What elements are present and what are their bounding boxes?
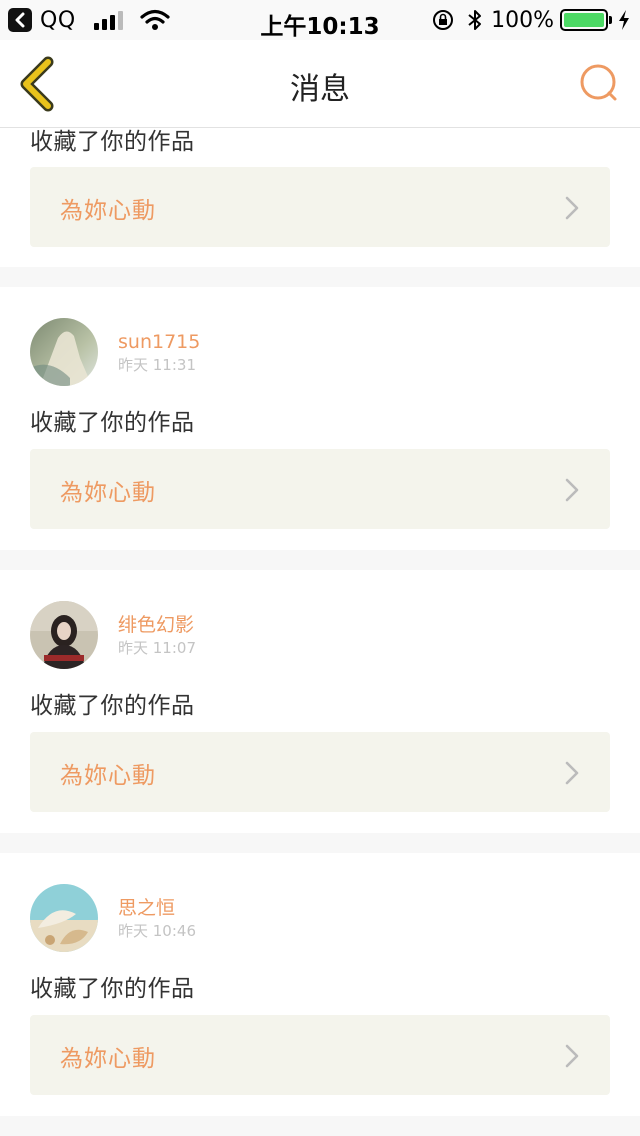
search-icon <box>580 64 617 101</box>
message-list: 收藏了你的作品 為妳心動 sun1715 昨天 11:31 收藏了你的作品 為妳… <box>0 128 640 1116</box>
nav-bar: 消息 <box>0 40 640 128</box>
work-link[interactable]: 為妳心動 <box>30 1015 610 1095</box>
charging-bolt-icon <box>619 10 629 30</box>
message-action: 收藏了你的作品 <box>30 976 195 1002</box>
work-title: 為妳心動 <box>60 763 156 789</box>
username[interactable]: 绯色幻影 <box>118 613 196 637</box>
work-title: 為妳心動 <box>60 198 156 224</box>
status-right: 100% <box>431 6 630 34</box>
message-card: 思之恒 昨天 10:46 收藏了你的作品 為妳心動 <box>0 853 640 1116</box>
message-action: 收藏了你的作品 <box>30 693 195 719</box>
message-action: 收藏了你的作品 <box>30 129 195 155</box>
chevron-right-icon <box>565 761 579 785</box>
message-card: 收藏了你的作品 為妳心動 <box>0 128 640 267</box>
user-row: 绯色幻影 昨天 11:07 <box>30 600 196 670</box>
user-info: 绯色幻影 昨天 11:07 <box>118 613 196 658</box>
message-time: 昨天 11:07 <box>118 638 196 657</box>
user-row: sun1715 昨天 11:31 <box>30 317 200 387</box>
work-link[interactable]: 為妳心動 <box>30 167 610 247</box>
page: QQ 上午10:13 100% 消息 收藏了你的作品 為妳心動 sun1715 … <box>0 0 640 1136</box>
page-title: 消息 <box>290 72 350 107</box>
message-card: 绯色幻影 昨天 11:07 收藏了你的作品 為妳心動 <box>0 570 640 833</box>
message-action: 收藏了你的作品 <box>30 410 195 436</box>
avatar[interactable] <box>30 601 98 669</box>
user-info: sun1715 昨天 11:31 <box>118 330 200 375</box>
work-title: 為妳心動 <box>60 480 156 506</box>
chevron-right-icon <box>565 1044 579 1068</box>
username[interactable]: sun1715 <box>118 330 200 354</box>
user-info: 思之恒 昨天 10:46 <box>118 896 196 941</box>
chevron-right-icon <box>565 196 579 220</box>
search-button[interactable] <box>578 62 620 104</box>
message-time: 昨天 10:46 <box>118 921 196 940</box>
username[interactable]: 思之恒 <box>118 896 196 920</box>
work-link[interactable]: 為妳心動 <box>30 449 610 529</box>
bluetooth-icon <box>468 10 482 30</box>
orientation-lock-icon <box>433 10 454 30</box>
avatar[interactable] <box>30 318 98 386</box>
battery-percent: 100% <box>491 7 554 33</box>
battery-icon <box>560 9 612 31</box>
status-bar: QQ 上午10:13 100% <box>0 0 640 40</box>
work-link[interactable]: 為妳心動 <box>30 732 610 812</box>
chevron-right-icon <box>565 478 579 502</box>
message-time: 昨天 11:31 <box>118 355 196 374</box>
avatar[interactable] <box>30 884 98 952</box>
work-title: 為妳心動 <box>60 1046 156 1072</box>
user-row: 思之恒 昨天 10:46 <box>30 883 196 953</box>
message-card: sun1715 昨天 11:31 收藏了你的作品 為妳心動 <box>0 287 640 550</box>
